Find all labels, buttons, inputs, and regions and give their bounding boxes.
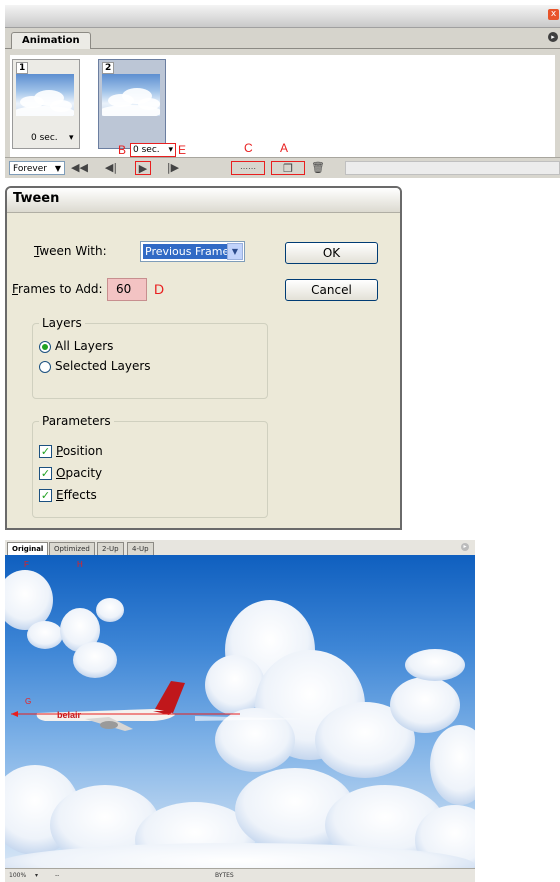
close-icon[interactable]: x xyxy=(548,9,559,20)
airplane: belair xyxy=(36,681,185,731)
annotation-e: E xyxy=(178,143,187,157)
frames-to-add-label: Frames to Add: xyxy=(12,282,103,296)
all-layers-radio[interactable] xyxy=(39,341,51,353)
frame-thumbnail xyxy=(16,74,74,116)
annotation-f: F xyxy=(24,560,29,569)
chevron-down-icon[interactable]: ▼ xyxy=(227,243,243,260)
tab-optimized[interactable]: Optimized xyxy=(49,542,95,555)
chevron-down-icon[interactable]: ▾ xyxy=(35,869,38,882)
frame-number: 2 xyxy=(102,62,115,74)
tab-2-up[interactable]: 2-Up xyxy=(97,542,124,555)
previous-frame-icon[interactable]: ◀| xyxy=(103,161,119,175)
annotation-h: H xyxy=(77,560,83,569)
parameters-legend: Parameters xyxy=(39,414,114,428)
image-canvas[interactable]: belair G F H xyxy=(5,555,475,868)
chevron-down-icon: ▼ xyxy=(54,164,61,173)
play-icon[interactable]: ▶ xyxy=(135,161,151,175)
cloud-cluster-right xyxy=(205,600,475,805)
position-label[interactable]: Position xyxy=(56,444,103,458)
tween-icon[interactable]: ⋯⋯ xyxy=(231,161,265,175)
parameters-group: Parameters ✓ Position ✓ Opacity ✓ Effect… xyxy=(32,414,268,518)
tab-original[interactable]: Original xyxy=(7,542,49,555)
animation-panel: x Animation ▸ 1 0 sec. ▾ 2 B 0 sec. ▾ E … xyxy=(5,5,560,178)
annotation-c: C xyxy=(244,141,253,155)
layers-group: Layers All Layers Selected Layers xyxy=(32,316,268,399)
frame-delay[interactable]: 0 sec. xyxy=(31,133,58,143)
frame-thumbnail xyxy=(102,74,160,116)
ok-button[interactable]: OK xyxy=(285,242,378,264)
panel-tab-row: Animation ▸ xyxy=(5,28,560,49)
frames-to-add-input[interactable]: 60 xyxy=(107,278,147,301)
tween-with-value: Previous Frame xyxy=(143,244,227,259)
tween-dialog: Tween Tween With: Previous Frame ▼ Frame… xyxy=(5,186,402,530)
cloud-cluster-bottom xyxy=(5,765,475,868)
delay-arrow-icon[interactable]: ▾ xyxy=(168,144,173,156)
delay-arrow-icon[interactable]: ▾ xyxy=(69,133,74,143)
selected-layers-radio[interactable] xyxy=(39,361,51,373)
cloud-cluster-top-left xyxy=(5,570,124,678)
sky-photo: belair G F H xyxy=(5,560,475,868)
document-status-bar: 100% ▾ -- BYTES xyxy=(5,868,475,882)
effects-checkbox[interactable]: ✓ xyxy=(39,489,52,502)
animation-toolbar: Forever ▼ ◀◀ ◀| ▶ |▶ ⋯⋯ ❐ 🗑 xyxy=(5,157,560,178)
all-layers-label[interactable]: All Layers xyxy=(55,339,113,353)
zoom-level[interactable]: 100% xyxy=(9,869,26,882)
layers-legend: Layers xyxy=(39,316,85,330)
dialog-title: Tween xyxy=(13,191,60,206)
status-size: BYTES xyxy=(215,872,234,879)
tween-with-select[interactable]: Previous Frame ▼ xyxy=(140,241,245,262)
annotation-a: A xyxy=(280,141,289,155)
document-menu-icon[interactable]: ▸ xyxy=(461,543,469,551)
document-tab-row: Original Optimized 2-Up 4-Up ▸ xyxy=(5,540,475,556)
selected-layers-label[interactable]: Selected Layers xyxy=(55,359,151,373)
dialog-titlebar[interactable]: Tween xyxy=(7,188,400,213)
position-checkbox[interactable]: ✓ xyxy=(39,445,52,458)
rewind-icon[interactable]: ◀◀ xyxy=(71,161,88,175)
annotation-g: G xyxy=(25,697,31,706)
delete-frame-icon[interactable]: 🗑 xyxy=(310,161,326,175)
frame-number: 1 xyxy=(16,62,29,74)
panel-menu-icon[interactable]: ▸ xyxy=(548,32,558,42)
arrow-head-icon xyxy=(11,711,18,717)
frames-strip: 1 0 sec. ▾ 2 B 0 sec. ▾ E C A xyxy=(10,55,555,157)
document-window: Original Optimized 2-Up 4-Up ▸ belair G … xyxy=(5,540,475,882)
effects-label[interactable]: Effects xyxy=(56,488,97,502)
duplicate-frame-icon[interactable]: ❐ xyxy=(271,161,305,175)
opacity-checkbox[interactable]: ✓ xyxy=(39,467,52,480)
annotation-d: D xyxy=(154,281,165,297)
tab-4-up[interactable]: 4-Up xyxy=(127,542,154,555)
airline-livery: belair xyxy=(57,710,82,720)
panel-titlebar[interactable]: x xyxy=(5,5,560,28)
frame-1[interactable]: 1 0 sec. ▾ xyxy=(12,59,80,149)
tab-animation[interactable]: Animation xyxy=(11,32,91,49)
tween-with-label: Tween With: xyxy=(34,244,107,258)
status-info: -- xyxy=(55,872,60,879)
next-frame-icon[interactable]: |▶ xyxy=(165,161,181,175)
opacity-label[interactable]: Opacity xyxy=(56,466,102,480)
frames-scrollbar[interactable] xyxy=(345,161,560,175)
frame-2[interactable]: 2 xyxy=(98,59,166,149)
annotation-b: B xyxy=(118,143,127,157)
loop-select[interactable]: Forever ▼ xyxy=(9,161,65,175)
frame-2-delay[interactable]: 0 sec. ▾ xyxy=(130,143,176,157)
cancel-button[interactable]: Cancel xyxy=(285,279,378,301)
